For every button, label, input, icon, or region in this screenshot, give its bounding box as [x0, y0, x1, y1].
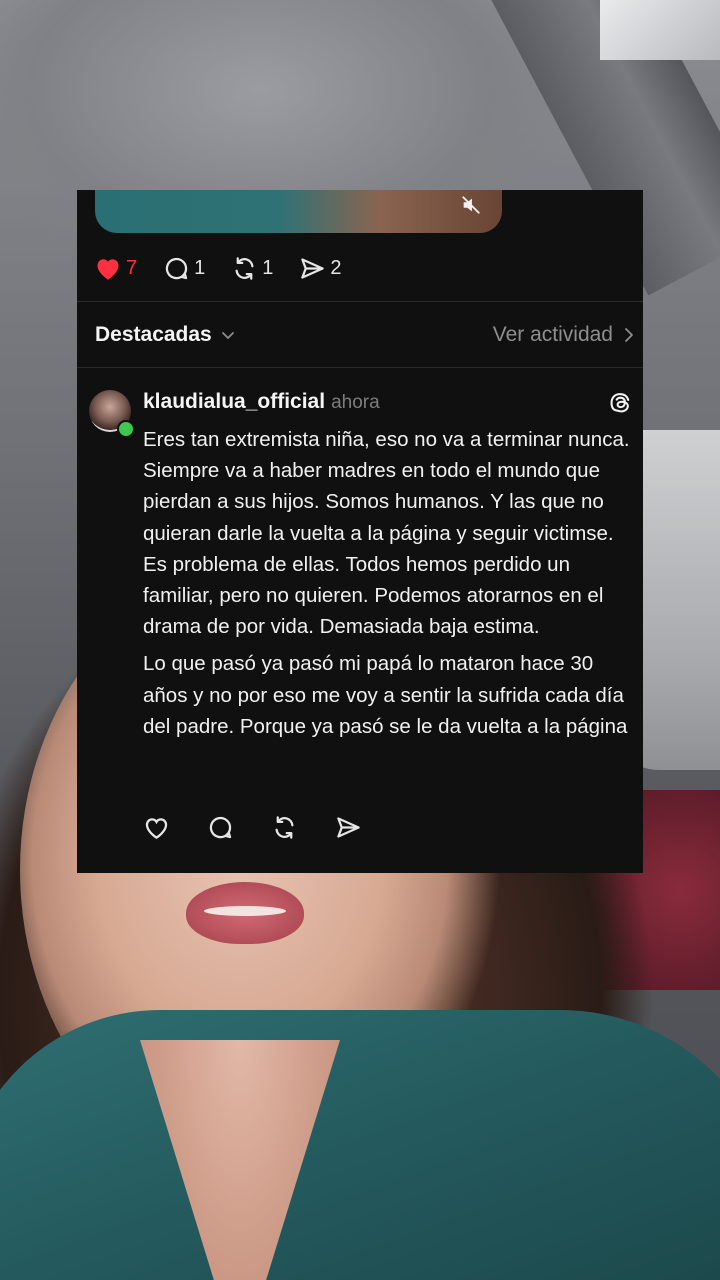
reply-count: 1 — [194, 256, 206, 279]
reply-button[interactable]: 1 — [163, 255, 205, 282]
reply-icon — [209, 816, 232, 839]
comment-like-button[interactable] — [143, 815, 170, 840]
mute-icon[interactable] — [460, 194, 482, 216]
reply-icon — [165, 257, 188, 279]
divider — [77, 367, 643, 368]
post-media[interactable] — [95, 190, 502, 233]
repost-button[interactable]: 1 — [231, 255, 273, 282]
share-icon — [301, 257, 325, 279]
divider — [77, 301, 643, 302]
like-count: 7 — [126, 256, 138, 279]
comment-header: klaudialua_official ahora — [143, 390, 380, 416]
heart-icon — [97, 259, 119, 280]
share-count: 2 — [330, 256, 342, 279]
comment-reply-button[interactable] — [207, 814, 234, 841]
comment-paragraph: Lo que pasó ya pasó mi papá lo mataron h… — [143, 652, 628, 738]
comment-paragraph: Eres tan extremista niña, eso no va a te… — [143, 428, 630, 639]
sort-label: Destacadas — [95, 323, 212, 346]
username[interactable]: klaudialua_official — [143, 390, 325, 414]
comment-repost-button[interactable] — [271, 814, 298, 841]
comment-actions — [143, 814, 399, 841]
comment-text: Eres tan extremista niña, eso no va a te… — [143, 424, 633, 742]
repost-icon — [235, 256, 254, 280]
share-icon — [337, 817, 360, 838]
share-button[interactable]: 2 — [299, 255, 342, 282]
threads-screenshot-card: 7 1 1 2 Destacadas Ver actividad klaudia… — [77, 190, 643, 873]
repost-count: 1 — [262, 256, 274, 279]
online-status-dot — [117, 420, 135, 438]
threads-icon[interactable] — [607, 390, 633, 416]
post-actions: 7 1 1 2 — [94, 252, 368, 284]
timestamp: ahora — [331, 392, 380, 413]
activity-label: Ver actividad — [492, 323, 613, 346]
replies-header: Destacadas Ver actividad — [95, 318, 635, 352]
chevron-down-icon — [221, 332, 234, 339]
like-button[interactable]: 7 — [94, 255, 137, 281]
window — [600, 0, 720, 60]
view-activity-link[interactable]: Ver actividad — [493, 323, 635, 347]
repost-icon — [275, 816, 294, 839]
comment-share-button[interactable] — [335, 814, 362, 841]
chevron-right-icon — [625, 328, 633, 342]
sort-dropdown[interactable]: Destacadas — [95, 323, 236, 347]
lips — [186, 882, 304, 944]
heart-icon — [145, 818, 168, 839]
shirt — [0, 1010, 720, 1280]
